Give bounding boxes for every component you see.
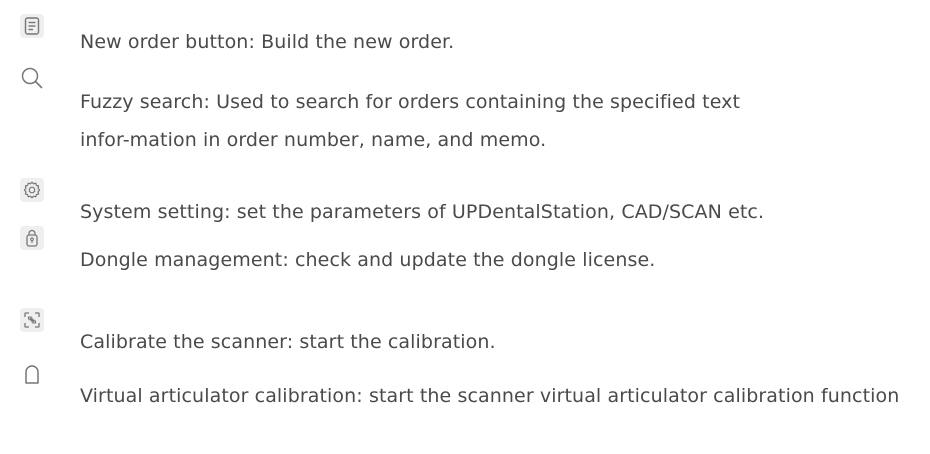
feature-description: Fuzzy search: Used to search for orders … [80,91,741,151]
feature-description: New order button: Build the new order. [80,31,455,53]
rounded-square-icon [20,362,44,386]
scan-target-icon [20,308,44,332]
feature-description: Virtual articulator calibration: start t… [80,385,900,407]
search-icon [20,66,44,90]
feature-description: Calibrate the scanner: start the calibra… [80,331,496,353]
document-list-icon [20,14,44,38]
feature-description: Dongle management: check and update the … [80,249,656,271]
feature-description: System setting: set the parameters of UP… [80,201,765,223]
dongle-lock-icon [20,226,44,250]
gear-icon [20,178,44,202]
